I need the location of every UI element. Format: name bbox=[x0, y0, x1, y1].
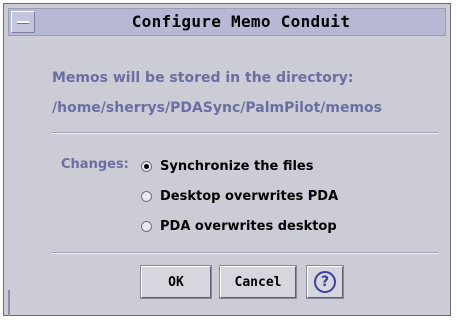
radio-desktop-overwrites-pda[interactable]: Desktop overwrites PDA bbox=[141, 186, 338, 206]
radio-pda-overwrites-desktop[interactable]: PDA overwrites desktop bbox=[141, 216, 337, 236]
configure-memo-conduit-dialog: Configure Memo Conduit Memos will be sto… bbox=[3, 3, 451, 316]
window-menu-icon bbox=[17, 21, 29, 24]
radio-label-desktop-overwrites: Desktop overwrites PDA bbox=[160, 188, 339, 204]
frame-edge bbox=[8, 290, 10, 316]
separator-bottom bbox=[52, 252, 438, 254]
radio-synchronize-files[interactable]: Synchronize the files bbox=[141, 156, 313, 176]
radio-label-pda-overwrites: PDA overwrites desktop bbox=[160, 218, 337, 234]
window-title: Configure Memo Conduit bbox=[131, 12, 351, 31]
directory-path: /home/sherrys/PDASync/PalmPilot/memos bbox=[52, 100, 382, 116]
radio-button[interactable] bbox=[141, 190, 152, 202]
radio-button[interactable] bbox=[141, 220, 152, 232]
window-menu-button[interactable] bbox=[11, 11, 35, 33]
directory-info-label: Memos will be stored in the directory: bbox=[52, 70, 354, 86]
help-icon: ? bbox=[314, 271, 336, 293]
title-bar[interactable]: Configure Memo Conduit bbox=[8, 8, 446, 36]
radio-button-selected[interactable] bbox=[141, 160, 152, 172]
radio-label-synchronize: Synchronize the files bbox=[160, 158, 314, 174]
changes-label: Changes: bbox=[61, 157, 129, 172]
cancel-button[interactable]: Cancel bbox=[220, 266, 296, 298]
ok-button[interactable]: OK bbox=[141, 266, 211, 298]
separator-top bbox=[52, 132, 438, 134]
help-button[interactable]: ? bbox=[307, 266, 343, 298]
